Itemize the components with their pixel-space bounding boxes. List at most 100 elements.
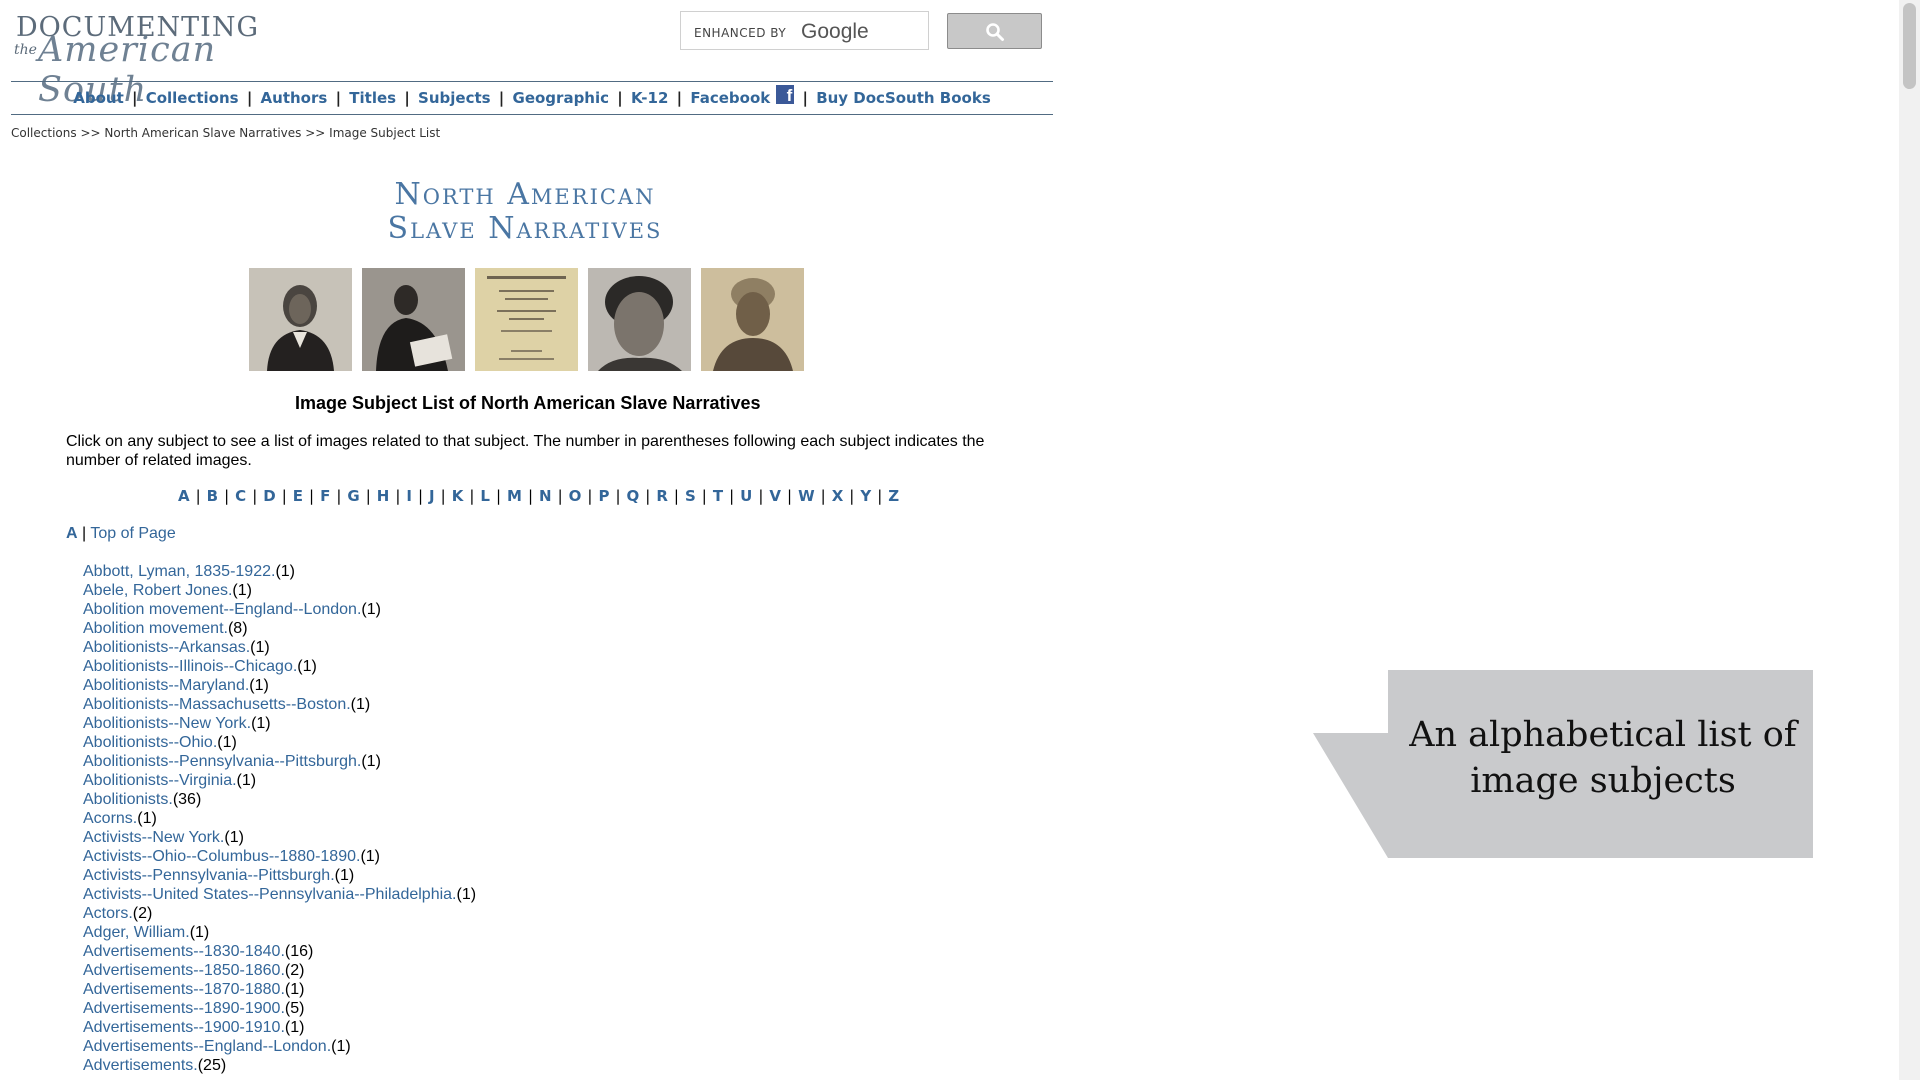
nav-titles[interactable]: Titles xyxy=(349,89,396,107)
subject-link[interactable]: Advertisements--1850-1860. xyxy=(83,962,285,979)
alphabet-link-h[interactable]: H xyxy=(377,487,390,505)
subject-link[interactable]: Abolitionists--New York. xyxy=(83,715,251,732)
nav-collections[interactable]: Collections xyxy=(146,89,239,107)
nav-buy-books[interactable]: Buy DocSouth Books xyxy=(816,89,991,107)
subject-link[interactable]: Abolitionists--Illinois--Chicago. xyxy=(83,658,297,675)
alphabet-link-g[interactable]: G xyxy=(347,487,359,505)
nav-geographic[interactable]: Geographic xyxy=(513,89,610,107)
subject-count: (1) xyxy=(250,639,270,656)
nav-facebook[interactable]: Facebook xyxy=(690,89,770,107)
subject-link[interactable]: Abolitionists--Massachusetts--Boston. xyxy=(83,696,351,713)
search-input[interactable]: ENHANCED BY Google xyxy=(680,11,929,50)
subject-link[interactable]: Abolitionists--Ohio. xyxy=(83,734,217,751)
list-item: Abolitionists--Pennsylvania--Pittsburgh.… xyxy=(83,752,476,771)
subject-count: (1) xyxy=(360,848,380,865)
subject-link[interactable]: Advertisements--1870-1880. xyxy=(83,981,285,998)
subject-link[interactable]: Advertisements--1900-1910. xyxy=(83,1019,285,1036)
subject-link[interactable]: Activists--Ohio--Columbus--1880-1890. xyxy=(83,848,360,865)
page-scrollbar[interactable] xyxy=(1899,0,1920,1080)
subject-link[interactable]: Acorns. xyxy=(83,810,137,827)
subject-link[interactable]: Abele, Robert Jones. xyxy=(83,582,232,599)
alphabet-separator: | xyxy=(673,487,679,505)
alphabet-link-w[interactable]: W xyxy=(798,487,815,505)
subject-link[interactable]: Activists--United States--Pennsylvania--… xyxy=(83,886,457,903)
photo-portrait-woman-bonnet[interactable] xyxy=(249,268,352,371)
subject-link[interactable]: Adger, William. xyxy=(83,924,190,941)
photo-portrait-woman-headwrap[interactable] xyxy=(701,268,804,371)
alphabet-link-j[interactable]: J xyxy=(429,487,435,505)
alphabet-separator: | xyxy=(395,487,401,505)
subject-link[interactable]: Abolition movement. xyxy=(83,620,228,637)
top-of-page-link[interactable]: Top of Page xyxy=(90,525,175,542)
alphabet-link-p[interactable]: P xyxy=(598,487,609,505)
photo-portrait-woman-close[interactable] xyxy=(588,268,691,371)
subject-link[interactable]: Advertisements. xyxy=(83,1057,198,1074)
subject-link[interactable]: Abolitionists--Arkansas. xyxy=(83,639,250,656)
alphabet-link-b[interactable]: B xyxy=(207,487,218,505)
subject-count: (8) xyxy=(227,620,248,637)
alphabet-separator: | xyxy=(281,487,287,505)
subject-link[interactable]: Abolitionists--Pennsylvania--Pittsburgh. xyxy=(83,753,361,770)
collection-title: North American Slave Narratives xyxy=(330,178,720,246)
section-letter: A xyxy=(66,525,78,542)
alphabet-separator: | xyxy=(758,487,764,505)
subject-link[interactable]: Advertisements--England--London. xyxy=(83,1038,331,1055)
subject-count: (2) xyxy=(132,905,153,922)
alphabet-link-m[interactable]: M xyxy=(507,487,522,505)
breadcrumb-separator: >> xyxy=(305,126,326,140)
alphabet-link-e[interactable]: E xyxy=(293,487,303,505)
subject-count: (1) xyxy=(251,715,271,732)
subject-count: (1) xyxy=(361,753,381,770)
alphabet-link-o[interactable]: O xyxy=(569,487,582,505)
alphabet-link-a[interactable]: A xyxy=(178,487,190,505)
subject-link[interactable]: Advertisements--1890-1900. xyxy=(83,1000,285,1017)
alphabet-link-d[interactable]: D xyxy=(263,487,275,505)
alphabet-separator: | xyxy=(615,487,621,505)
subject-link[interactable]: Abbott, Lyman, 1835-1922. xyxy=(83,563,275,580)
subject-link[interactable]: Activists--New York. xyxy=(83,829,224,846)
alphabet-link-x[interactable]: X xyxy=(832,487,844,505)
breadcrumb: Collections >> North American Slave Narr… xyxy=(11,126,440,140)
alphabet-link-u[interactable]: U xyxy=(740,487,752,505)
alphabet-link-z[interactable]: Z xyxy=(888,487,899,505)
subject-link[interactable]: Abolitionists. xyxy=(83,791,173,808)
alphabet-link-k[interactable]: K xyxy=(452,487,464,505)
alphabet-link-y[interactable]: Y xyxy=(860,487,871,505)
alphabet-link-n[interactable]: N xyxy=(539,487,552,505)
subject-count: (2) xyxy=(284,962,305,979)
alphabet-link-i[interactable]: I xyxy=(406,487,412,505)
facebook-icon[interactable]: f xyxy=(776,85,795,105)
list-item: Abolitionists--New York.(1) xyxy=(83,714,476,733)
photo-portrait-man-reading[interactable] xyxy=(362,268,465,371)
alphabet-link-v[interactable]: V xyxy=(769,487,781,505)
subject-link[interactable]: Actors. xyxy=(83,905,133,922)
alphabet-link-l[interactable]: L xyxy=(480,487,490,505)
search-button[interactable] xyxy=(947,13,1042,49)
alphabet-link-c[interactable]: C xyxy=(235,487,246,505)
alphabet-link-r[interactable]: R xyxy=(656,487,668,505)
list-item: Abolitionists.(36) xyxy=(83,790,476,809)
nav-about[interactable]: About xyxy=(73,89,124,107)
subject-link[interactable]: Abolitionists--Virginia. xyxy=(83,772,237,789)
subject-link[interactable]: Activists--Pennsylvania--Pittsburgh. xyxy=(83,867,335,884)
breadcrumb-narratives[interactable]: North American Slave Narratives xyxy=(104,126,301,140)
subject-link[interactable]: Advertisements--1830-1840. xyxy=(83,943,285,960)
alphabet-link-f[interactable]: F xyxy=(320,487,330,505)
photo-title-page-narrative[interactable] xyxy=(475,268,578,371)
subject-link[interactable]: Abolitionists--Maryland. xyxy=(83,677,249,694)
alphabet-separator: | xyxy=(224,487,230,505)
alphabet-link-t[interactable]: T xyxy=(713,487,723,505)
breadcrumb-collections[interactable]: Collections xyxy=(11,126,77,140)
nav-authors[interactable]: Authors xyxy=(261,89,328,107)
site-logo[interactable]: DOCUMENTING the American South xyxy=(14,12,314,110)
list-item: Abolition movement--England--London.(1) xyxy=(83,600,476,619)
scrollbar-thumb[interactable] xyxy=(1903,3,1916,89)
list-item: Activists--United States--Pennsylvania--… xyxy=(83,885,476,904)
nav-subjects[interactable]: Subjects xyxy=(418,89,491,107)
subject-link[interactable]: Abolition movement--England--London. xyxy=(83,601,361,618)
alphabet-link-q[interactable]: Q xyxy=(627,487,640,505)
subject-count: (5) xyxy=(284,1000,305,1017)
alphabet-link-s[interactable]: S xyxy=(685,487,696,505)
subject-count: (1) xyxy=(217,734,237,751)
nav-k12[interactable]: K-12 xyxy=(631,89,668,107)
